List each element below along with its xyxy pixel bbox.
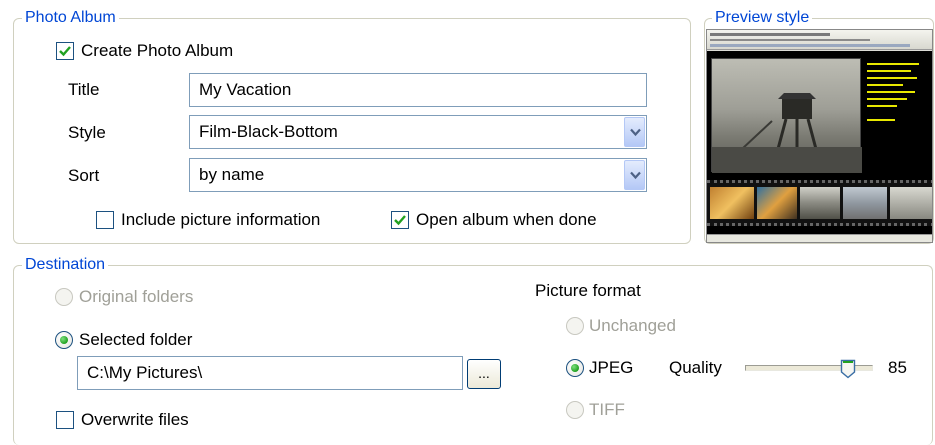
title-input[interactable]: My Vacation [189, 73, 647, 107]
preview-caption-text [867, 60, 927, 140]
preview-thumbnail [890, 187, 932, 219]
picture-format-label: Picture format [535, 281, 641, 300]
style-dropdown[interactable]: Film-Black-Bottom [189, 115, 647, 149]
sort-label: Sort [68, 166, 100, 185]
format-unchanged-radio[interactable] [566, 317, 584, 335]
sort-dropdown[interactable]: by name [189, 158, 647, 192]
open-album-label[interactable]: Open album when done [416, 209, 597, 231]
title-label: Title [68, 80, 100, 99]
lifeguard-tower-icon [712, 93, 862, 173]
create-photo-album-checkbox[interactable] [56, 42, 74, 60]
quality-slider-thumb[interactable] [840, 359, 856, 379]
chevron-down-icon [630, 128, 641, 137]
overwrite-files-checkbox[interactable] [56, 411, 74, 429]
folder-path-input[interactable]: C:\My Pictures\ [77, 356, 463, 390]
preview-thumbnail [757, 187, 797, 219]
preview-thumbnail [800, 187, 840, 219]
preview-status-bar [707, 234, 932, 242]
overwrite-files-label[interactable]: Overwrite files [81, 409, 189, 431]
open-album-checkbox[interactable] [391, 211, 409, 229]
photo-album-legend: Photo Album [22, 9, 119, 27]
format-jpeg-label[interactable]: JPEG [589, 357, 633, 379]
format-tiff-radio[interactable] [566, 401, 584, 419]
chevron-down-icon [630, 171, 641, 180]
format-tiff-label[interactable]: TIFF [589, 399, 625, 421]
preview-thumbnail [710, 187, 754, 219]
preview-thumbnail [843, 187, 887, 219]
style-label: Style [68, 123, 106, 142]
include-picture-info-label[interactable]: Include picture information [121, 209, 320, 231]
format-jpeg-radio[interactable] [566, 359, 584, 377]
browse-button[interactable]: ... [467, 359, 501, 389]
original-folders-label[interactable]: Original folders [79, 286, 193, 308]
check-icon [59, 46, 71, 57]
sort-dropdown-button[interactable] [624, 160, 645, 190]
sort-dropdown-value: by name [199, 165, 265, 184]
include-picture-info-checkbox[interactable] [96, 211, 114, 229]
quality-label: Quality [669, 358, 722, 377]
check-icon [394, 215, 406, 226]
style-dropdown-value: Film-Black-Bottom [199, 122, 338, 141]
slider-thumb-icon [840, 359, 856, 379]
format-unchanged-label[interactable]: Unchanged [589, 315, 676, 337]
preview-main-photo [711, 58, 862, 173]
selected-folder-label[interactable]: Selected folder [79, 329, 192, 351]
quality-value: 85 [888, 358, 907, 377]
create-photo-album-label[interactable]: Create Photo Album [81, 40, 233, 62]
destination-legend: Destination [22, 256, 109, 274]
style-dropdown-button[interactable] [624, 117, 645, 147]
preview-image [706, 29, 933, 243]
preview-style-legend: Preview style [712, 9, 813, 27]
original-folders-radio[interactable] [55, 288, 73, 306]
selected-folder-radio[interactable] [55, 331, 73, 349]
